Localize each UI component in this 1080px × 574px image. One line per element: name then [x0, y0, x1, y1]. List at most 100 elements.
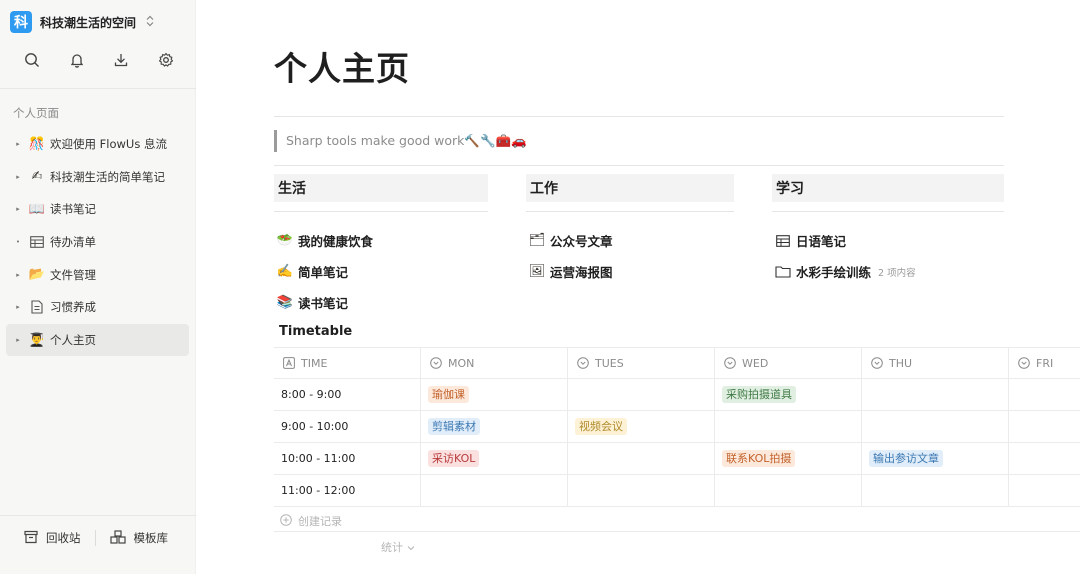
expand-arrow-icon[interactable]: ▸	[12, 173, 24, 181]
page-link-articles[interactable]: 🗂 公众号文章	[526, 225, 734, 256]
download-icon[interactable]	[109, 48, 133, 72]
sidebar-item-habits[interactable]: ▸ 习惯养成	[6, 291, 189, 323]
page-link-healthy-diet[interactable]: 🥗 我的健康饮食	[274, 225, 488, 256]
table-cell-mon[interactable]: 剪辑素材	[421, 411, 568, 442]
quote-block[interactable]: Sharp tools make good work🔨🔧🧰🚗	[274, 130, 527, 152]
sidebar-item-personal-home[interactable]: ▸ 👨‍🎓 个人主页	[6, 324, 189, 357]
writing-hand-icon: ✍	[31, 169, 43, 185]
divider	[526, 211, 734, 212]
table-cell-tues[interactable]	[568, 475, 715, 506]
templates-button[interactable]: 模板库	[109, 529, 169, 547]
stats-label: 统计	[381, 541, 403, 554]
table-cell-mon[interactable]: 瑜伽课	[421, 379, 568, 410]
sidebar-section-title: 个人页面	[13, 106, 59, 120]
sidebar-item-file-management[interactable]: ▸ 📂 文件管理	[6, 259, 189, 291]
gear-icon[interactable]	[154, 48, 178, 72]
table-cell-fri[interactable]	[1009, 475, 1080, 506]
sidebar-item-simple-notes[interactable]: ▸ ✍ 科技潮生活的简单笔记	[6, 161, 189, 193]
page-link-label: 运营海报图	[550, 265, 613, 280]
bell-icon[interactable]	[65, 48, 89, 72]
sidebar-item-todo[interactable]: • 待办清单	[6, 226, 189, 258]
column-header-tues[interactable]: TUES	[568, 348, 715, 378]
table-cell-mon[interactable]	[421, 475, 568, 506]
table-cell-fri[interactable]	[1009, 411, 1080, 442]
page-link-posters[interactable]: 🖼 运营海报图	[526, 256, 734, 287]
templates-label: 模板库	[133, 531, 169, 545]
column-heading[interactable]: 生活	[274, 174, 488, 202]
trash-button[interactable]: 回收站	[24, 530, 81, 547]
page-link-label: 我的健康饮食	[298, 234, 374, 249]
table-cell-mon[interactable]: 采访KOL	[421, 443, 568, 474]
page-link-label: 简单笔记	[298, 265, 349, 280]
column-header-wed[interactable]: WED	[715, 348, 862, 378]
divider	[274, 116, 1004, 117]
column-heading[interactable]: 学习	[772, 174, 1004, 202]
table-cell-thu[interactable]: 输出参访文章	[862, 443, 1009, 474]
column-header-fri[interactable]: FRI	[1009, 348, 1080, 378]
search-icon[interactable]	[20, 48, 44, 72]
table-row: 8:00 - 9:00 瑜伽课 采购拍摄道具	[274, 379, 1080, 411]
page-link-reading-notes[interactable]: 📚 读书笔记	[274, 287, 488, 318]
workspace-switcher[interactable]: 科 科技潮生活的空间	[10, 10, 154, 34]
table-cell-time[interactable]: 10:00 - 11:00	[274, 443, 421, 474]
expand-arrow-icon[interactable]: ▸	[12, 336, 24, 344]
table-cell-wed[interactable]: 联系KOL拍摄	[715, 443, 862, 474]
column-header-mon[interactable]: MON	[421, 348, 568, 378]
table-cell-fri[interactable]	[1009, 379, 1080, 410]
page-title[interactable]: 个人主页	[274, 42, 410, 90]
page-link-japanese-notes[interactable]: 日语笔记	[772, 225, 1004, 256]
table-cell-wed[interactable]	[715, 475, 862, 506]
folder-icon	[774, 263, 792, 281]
table-cell-tues[interactable]	[568, 379, 715, 410]
sidebar-footer: 回收站 模板库	[0, 516, 196, 560]
column-header-thu[interactable]: THU	[862, 348, 1009, 378]
sidebar-divider	[0, 88, 196, 89]
select-property-icon	[724, 357, 736, 369]
time-slot-text: 11:00 - 12:00	[281, 484, 356, 497]
salad-icon: 🥗	[276, 233, 294, 248]
table-cell-thu[interactable]	[862, 379, 1009, 410]
sidebar-item-welcome[interactable]: ▸ 🎊 欢迎使用 FlowUs 息流	[6, 128, 189, 160]
bullet-icon: •	[15, 238, 21, 247]
table-cell-time[interactable]: 8:00 - 9:00	[274, 379, 421, 410]
add-record-label: 创建记录	[298, 515, 342, 528]
table-cell-wed[interactable]: 采购拍摄道具	[715, 379, 862, 410]
divider	[274, 211, 488, 212]
expand-arrow-icon[interactable]: ▸	[12, 271, 24, 279]
table-row: 9:00 - 10:00 剪辑素材 视频会议	[274, 411, 1080, 443]
link-list: 🥗 我的健康饮食 ✍️ 简单笔记 📚 读书笔记	[274, 225, 488, 318]
sidebar-nav: ▸ 🎊 欢迎使用 FlowUs 息流 ▸ ✍ 科技潮生活的简单笔记 ▸ 📖 读书…	[6, 128, 189, 357]
table-cell-thu[interactable]	[862, 475, 1009, 506]
table-cell-time[interactable]: 9:00 - 10:00	[274, 411, 421, 442]
plus-circle-icon	[280, 513, 292, 529]
timetable-title[interactable]: Timetable	[279, 324, 352, 339]
table-cell-time[interactable]: 11:00 - 12:00	[274, 475, 421, 506]
table-icon	[774, 232, 792, 250]
sidebar-item-label: 文件管理	[50, 267, 96, 282]
stats-button[interactable]: 统计	[381, 539, 415, 555]
expand-arrow-icon[interactable]: ▸	[12, 303, 24, 311]
page-link-simple-notes[interactable]: ✍️ 简单笔记	[274, 256, 488, 287]
card-index-dividers-icon: 🗂	[528, 233, 546, 248]
table-cell-tues[interactable]: 视频会议	[568, 411, 715, 442]
trash-icon	[24, 530, 38, 547]
main-content: 个人主页 Sharp tools make good work🔨🔧🧰🚗 生活 🥗…	[196, 0, 1080, 574]
column-header-time[interactable]: TIME	[274, 348, 421, 378]
table-cell-tues[interactable]	[568, 443, 715, 474]
table-cell-wed[interactable]	[715, 411, 862, 442]
table-icon	[28, 233, 46, 251]
select-property-icon	[1018, 357, 1030, 369]
table-cell-thu[interactable]	[862, 411, 1009, 442]
expand-arrow-icon[interactable]: ▸	[12, 140, 24, 148]
expand-arrow-icon[interactable]: ▸	[12, 205, 24, 213]
table-cell-fri[interactable]	[1009, 443, 1080, 474]
trash-label: 回收站	[46, 531, 81, 545]
page-link-watercolor[interactable]: 水彩手绘训练 2 项内容	[772, 256, 1004, 287]
page-link-label: 水彩手绘训练	[796, 265, 872, 280]
column-header-label: THU	[889, 356, 913, 370]
add-record-button[interactable]: 创建记录	[280, 513, 342, 529]
item-count: 2 项内容	[878, 267, 916, 279]
sidebar-item-reading-notes[interactable]: ▸ 📖 读书笔记	[6, 193, 189, 225]
time-slot-text: 8:00 - 9:00	[281, 388, 342, 401]
column-heading[interactable]: 工作	[526, 174, 734, 202]
